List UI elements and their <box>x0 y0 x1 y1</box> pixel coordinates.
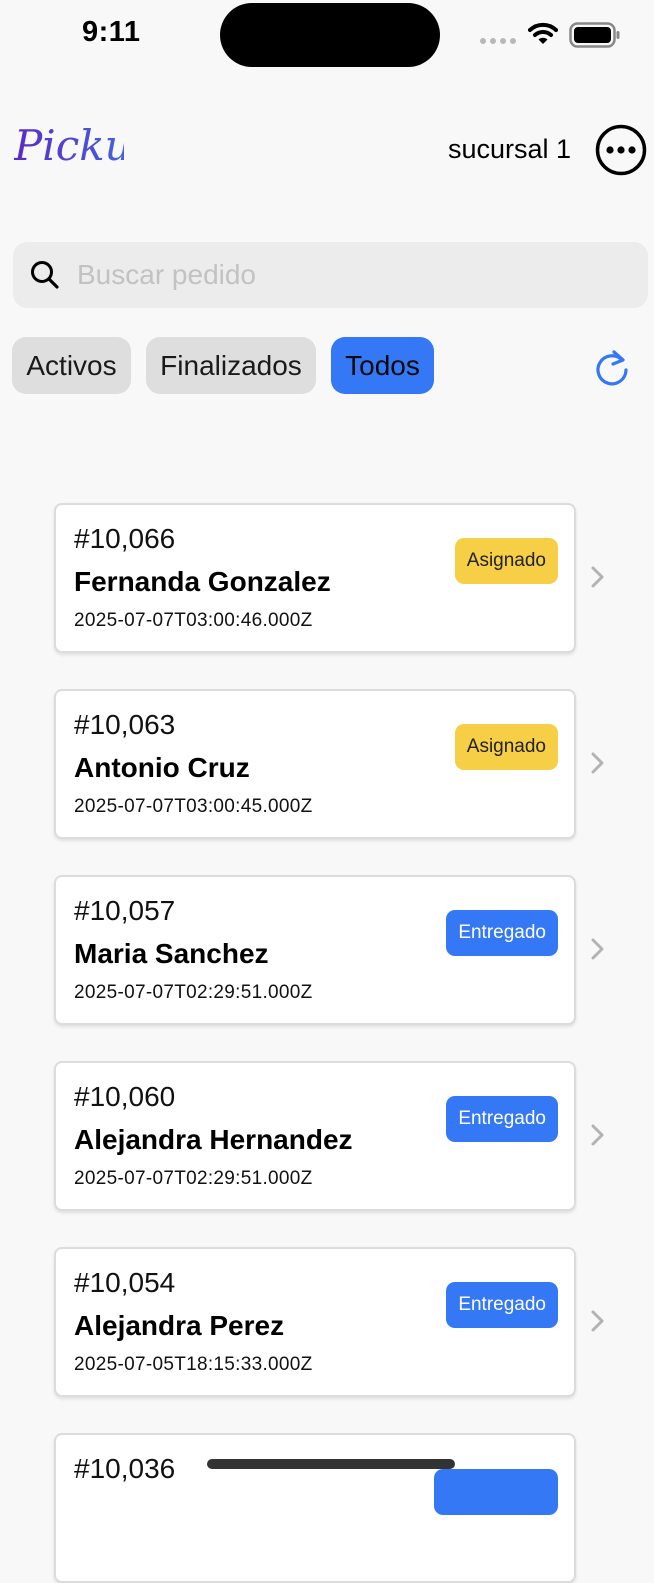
customer-name: Fernanda Gonzalez <box>74 566 331 597</box>
dynamic-island <box>220 3 440 67</box>
chevron-right-icon[interactable] <box>589 1309 607 1333</box>
customer-name: Maria Sanchez <box>74 938 269 969</box>
customer-name: Alejandra Perez <box>74 1310 285 1341</box>
tab-label: Activos <box>26 349 117 381</box>
more-options-button[interactable] <box>595 124 647 176</box>
home-indicator <box>207 1459 455 1469</box>
wifi-icon <box>528 22 558 44</box>
order-number: #10,036 <box>74 1453 176 1484</box>
status-badge: Entregado <box>446 1282 558 1328</box>
search-icon <box>31 261 59 289</box>
tab-finalizados[interactable]: Finalizados <box>146 337 316 394</box>
order-number: #10,066 <box>74 523 176 554</box>
order-number: #10,063 <box>74 709 176 740</box>
order-date: 2025-07-05T18:15:33.000Z <box>74 1354 313 1375</box>
order-card[interactable]: #10,060 Alejandra Hernandez 2025-07-07T0… <box>54 1061 576 1211</box>
order-card[interactable]: #10,054 Alejandra Perez 2025-07-05T18:15… <box>54 1247 576 1397</box>
status-badge: Entregado <box>446 1096 558 1142</box>
order-date: 2025-07-07T02:29:51.000Z <box>74 1168 313 1189</box>
chevron-right-icon[interactable] <box>589 565 607 589</box>
battery-icon <box>569 22 620 48</box>
chevron-right-icon[interactable] <box>589 1123 607 1147</box>
status-time: 9:11 <box>82 16 141 48</box>
status-bar: 9:11 <box>0 0 654 80</box>
tab-todos[interactable]: Todos <box>331 337 434 394</box>
cellular-signal-icon <box>480 38 516 44</box>
refresh-icon[interactable] <box>590 346 634 390</box>
order-card[interactable]: #10,036 <box>54 1433 576 1583</box>
svg-text:Pickup: Pickup <box>14 121 124 170</box>
order-date: 2025-07-07T02:29:51.000Z <box>74 982 313 1003</box>
status-badge: Entregado <box>446 910 558 956</box>
tab-label: Finalizados <box>160 349 302 381</box>
order-date: 2025-07-07T03:00:45.000Z <box>74 796 313 817</box>
order-card[interactable]: #10,063 Antonio Cruz 2025-07-07T03:00:45… <box>54 689 576 839</box>
status-badge <box>434 1469 558 1515</box>
chevron-right-icon[interactable] <box>589 751 607 775</box>
order-card[interactable]: #10,066 Fernanda Gonzalez 2025-07-07T03:… <box>54 503 576 653</box>
status-badge: Asignado <box>454 724 558 770</box>
order-card[interactable]: #10,057 Maria Sanchez 2025-07-07T02:29:5… <box>54 875 576 1025</box>
search-bar[interactable] <box>13 242 648 308</box>
order-number: #10,054 <box>74 1267 176 1298</box>
tab-activos[interactable]: Activos <box>12 337 131 394</box>
customer-name: Antonio Cruz <box>74 752 250 783</box>
order-date: 2025-07-07T03:00:46.000Z <box>74 610 313 631</box>
tab-label: Todos <box>345 349 420 381</box>
branch-name: sucursal 1 <box>448 134 572 164</box>
order-number: #10,057 <box>74 895 176 926</box>
search-input[interactable] <box>75 258 599 292</box>
customer-name: Alejandra Hernandez <box>74 1124 353 1155</box>
order-number: #10,060 <box>74 1081 176 1112</box>
chevron-right-icon[interactable] <box>589 937 607 961</box>
status-badge: Asignado <box>454 538 558 584</box>
pickup-logo: Pickup <box>14 121 124 170</box>
